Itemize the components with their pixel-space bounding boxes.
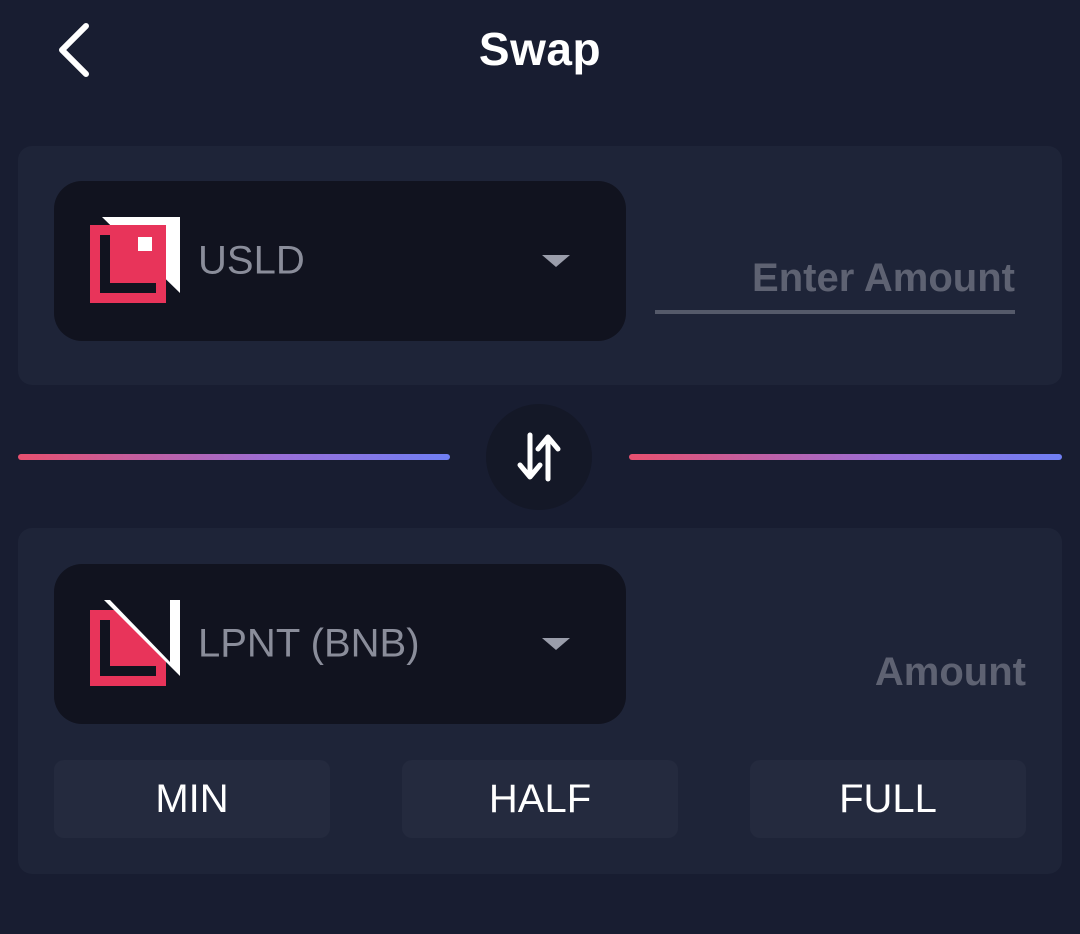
to-token-select[interactable]: LPNT (BNB) (54, 564, 626, 724)
to-card: LPNT (BNB) MIN HALF FULL (18, 528, 1062, 874)
from-card: USLD (18, 146, 1062, 385)
min-button[interactable]: MIN (54, 760, 330, 838)
page-title: Swap (478, 23, 602, 75)
from-token-select[interactable]: USLD (54, 181, 626, 341)
to-token-name: LPNT (BNB) (198, 621, 420, 666)
half-button[interactable]: HALF (402, 760, 678, 838)
usld-logo-icon (90, 217, 180, 303)
lpnt-logo-icon (90, 600, 180, 686)
full-button[interactable]: FULL (750, 760, 1026, 838)
caret-down-icon (542, 255, 570, 267)
from-token-name: USLD (198, 238, 305, 283)
to-amount-input[interactable] (658, 644, 1026, 700)
divider-right (629, 454, 1062, 460)
from-amount-input[interactable] (655, 250, 1015, 314)
swap-arrows-icon (517, 432, 561, 482)
swap-direction-button[interactable] (486, 404, 592, 510)
divider-left (18, 454, 450, 460)
caret-down-icon (542, 638, 570, 650)
